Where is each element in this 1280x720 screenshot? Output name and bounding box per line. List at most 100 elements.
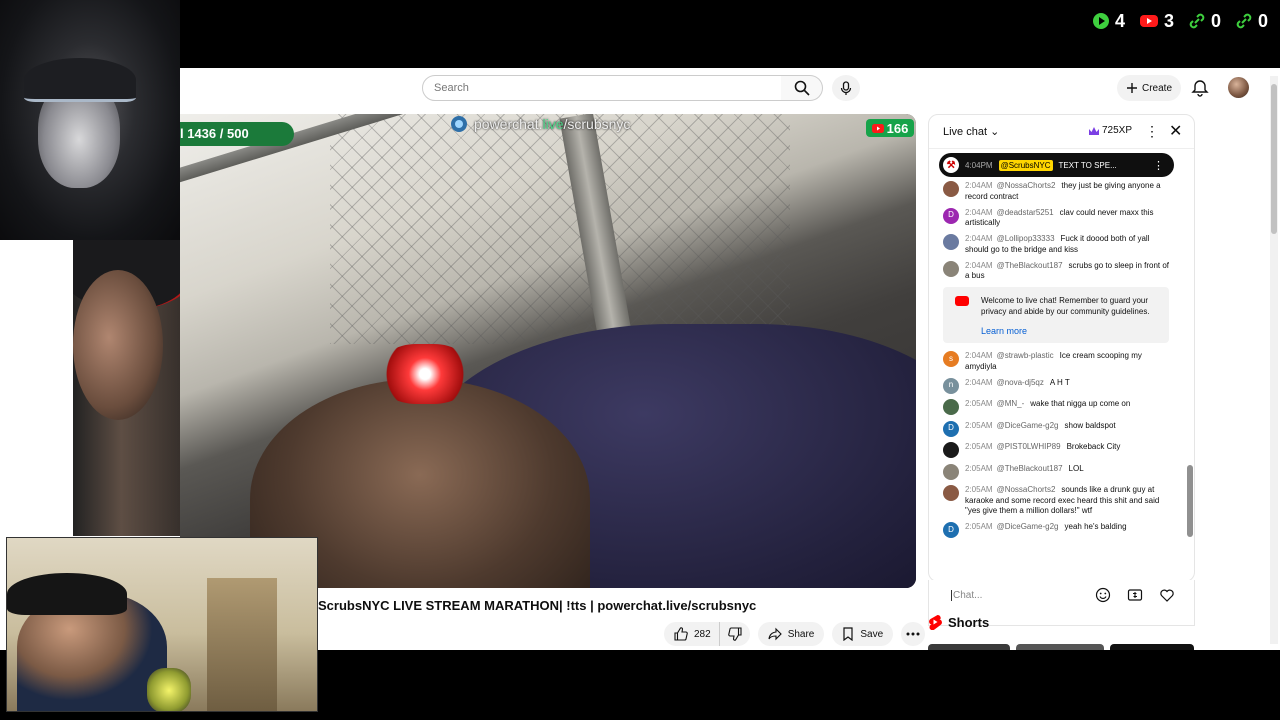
chat-text: yeah he's balding <box>1064 522 1127 531</box>
goal-counter: l 1436 / 500 <box>180 122 294 146</box>
chat-author[interactable]: @TheBlackout187 <box>997 261 1063 270</box>
chat-text: sounds like a drunk guy at karaoke and s… <box>965 485 1160 515</box>
chat-avatar: D <box>943 207 959 224</box>
chat-author[interactable]: @PIST0LWHIP89 <box>997 442 1061 451</box>
save-button[interactable]: Save <box>832 622 894 646</box>
close-icon[interactable]: ✕ <box>1169 121 1182 141</box>
pinned-message[interactable]: ⚒ 4:04PM @ScrubsNYC TEXT TO SPE... ⋮ <box>939 153 1174 177</box>
goal-text: l 1436 / 500 <box>180 126 249 141</box>
chat-menu-icon[interactable]: ⋮ <box>1145 123 1159 140</box>
like-button[interactable]: 282 <box>664 622 719 646</box>
shorts-thumbnail[interactable] <box>1110 644 1194 650</box>
account-avatar[interactable] <box>1228 77 1249 98</box>
chat-scrollbar[interactable] <box>1187 155 1193 545</box>
chat-time: 2:04AM <box>965 377 993 387</box>
chat-message-body: 2:05AM @PIST0LWHIP89 Brokeback City <box>965 442 1120 458</box>
create-button[interactable]: Create <box>1117 75 1181 101</box>
chat-avatar <box>943 234 959 250</box>
chat-message-body: 2:04AM @deadstar5251 clav could never maxx… <box>965 208 1175 229</box>
webcam-door <box>207 578 277 711</box>
more-actions-button[interactable] <box>901 622 926 646</box>
bookmark-icon <box>843 627 853 641</box>
emoji-icon[interactable] <box>1095 587 1111 603</box>
video-player[interactable]: l 1436 / 500 powerchat. live/scrubsnyc 16… <box>180 114 916 588</box>
chat-mode-selector[interactable]: Live chat ⌄ <box>943 125 999 138</box>
chevron-down-icon: ⌄ <box>990 126 1000 138</box>
chat-time: 2:05AM <box>965 522 993 531</box>
pinned-avatar: ⚒ <box>943 157 959 173</box>
chat-author[interactable]: @NossaChorts2 <box>997 181 1056 190</box>
chat-message[interactable]: 2:05AM @MN_- wake that nigga up come on <box>943 399 1175 415</box>
chat-scrollbar-thumb[interactable] <box>1187 465 1193 537</box>
learn-more-link[interactable]: Learn more <box>981 326 1161 337</box>
chat-author[interactable]: @DiceGame-g2g <box>997 421 1059 430</box>
shorts-thumbnail[interactable] <box>928 644 1010 650</box>
share-icon <box>768 627 782 641</box>
chat-message[interactable]: 2:04AM @TheBlackout187 scrubs go to sleep … <box>943 260 1175 282</box>
heart-icon[interactable] <box>1159 587 1175 603</box>
chat-text: wake that nigga up come on <box>1030 399 1131 408</box>
chat-author[interactable]: @NossaChorts2 <box>997 485 1056 494</box>
welcome-text: Welcome to live chat! Remember to guard … <box>981 296 1150 316</box>
youtube-icon <box>955 296 969 306</box>
chat-message[interactable]: n 2:04AM @nova-dj5qz A H T <box>943 377 1175 394</box>
webcam-cap <box>24 58 136 102</box>
chat-message[interactable]: 2:05AM @TheBlackout187 LOL <box>943 463 1175 480</box>
chat-message[interactable]: 2:04AM @NossaChorts2 they just be giving a… <box>943 181 1175 202</box>
shorts-shelf <box>928 644 1194 650</box>
page-scrollbar[interactable] <box>1270 76 1278 644</box>
chat-author[interactable]: @deadstar5251 <box>997 208 1054 217</box>
pinned-menu-icon[interactable]: ⋮ <box>1153 159 1164 172</box>
voice-search-button[interactable] <box>832 75 860 101</box>
chat-avatar <box>943 463 959 480</box>
welcome-banner: Welcome to live chat! Remember to guard … <box>943 287 1169 343</box>
chat-message-body: 2:04AM @strawb-plastic Ice cream scooping … <box>965 351 1175 372</box>
chat-message-body: 2:05AM @TheBlackout187 LOL <box>965 464 1084 480</box>
shorts-icon <box>929 614 942 630</box>
notifications-bell-icon[interactable] <box>1190 78 1210 98</box>
chat-author[interactable]: @strawb-plastic <box>997 351 1054 360</box>
watermark-suffix: /scrubsnyc <box>563 116 631 132</box>
page-scrollbar-thumb[interactable] <box>1271 84 1277 234</box>
chat-message[interactable]: D 2:04AM @deadstar5251 clav could never max… <box>943 207 1175 229</box>
search-button[interactable] <box>781 75 823 101</box>
chat-avatar <box>943 485 959 501</box>
chat-time: 2:05AM <box>965 485 993 494</box>
chat-author[interactable]: @DiceGame-g2g <box>997 522 1059 531</box>
share-button[interactable]: Share <box>757 622 825 646</box>
watermark-live: live <box>542 116 564 132</box>
live-chat-panel: Live chat ⌄ 725XP ⋮ ✕ ⚒ 4:04PM @ScrubsNY… <box>928 114 1195 582</box>
super-chat-icon[interactable] <box>1127 587 1143 603</box>
webcam-hat <box>7 573 127 615</box>
chat-input[interactable]: Chat... <box>951 590 982 601</box>
xp-badge[interactable]: 725XP <box>1089 125 1132 136</box>
video-fence <box>330 114 790 344</box>
chat-header: Live chat ⌄ 725XP ⋮ ✕ <box>929 115 1194 149</box>
plus-icon <box>1126 83 1137 93</box>
chat-message[interactable]: s 2:04AM @strawb-plastic Ice cream scooping… <box>943 351 1175 372</box>
chat-author[interactable]: @Lollipop33333 <box>997 234 1055 243</box>
chat-message[interactable]: D 2:05AM @DiceGame-g2g show baldspot <box>943 420 1175 437</box>
chat-message-body: 2:05AM @NossaChorts2 sounds like a drunk g… <box>965 485 1175 517</box>
chat-author[interactable]: @MN_- <box>997 399 1025 408</box>
chat-author[interactable]: @nova-dj5qz <box>997 378 1044 387</box>
chat-message[interactable]: 2:05AM @NossaChorts2 sounds like a drunk g… <box>943 485 1175 517</box>
webcam-object <box>147 668 191 711</box>
chat-text: scrubs go to sleep in front of a bus <box>965 260 1170 281</box>
chat-message[interactable]: 2:05AM @PIST0LWHIP89 Brokeback City <box>943 442 1175 458</box>
chat-avatar: D <box>943 522 959 538</box>
chat-author[interactable]: @TheBlackout187 <box>997 464 1063 473</box>
dislike-button[interactable] <box>718 622 750 646</box>
chat-message-body: 2:04AM @NossaChorts2 they just be giving a… <box>965 181 1175 202</box>
chat-avatar: D <box>943 420 959 437</box>
shorts-thumbnail[interactable] <box>1016 644 1104 650</box>
search-input[interactable]: Search <box>422 75 782 101</box>
chat-time: 2:05AM <box>965 463 993 473</box>
stat-link-b: 0 <box>1235 11 1268 32</box>
chat-message-body: 2:05AM @MN_- wake that nigga up come on <box>965 399 1130 415</box>
chat-message[interactable]: D 2:05AM @DiceGame-g2g yeah he's balding <box>943 522 1175 538</box>
webcam-face <box>73 270 163 420</box>
viewer-count-badge: 166 <box>866 119 914 137</box>
chat-message[interactable]: 2:04AM @Lollipop33333 Fuck it doood both o… <box>943 234 1175 255</box>
stat-link-b-value: 0 <box>1257 10 1268 31</box>
